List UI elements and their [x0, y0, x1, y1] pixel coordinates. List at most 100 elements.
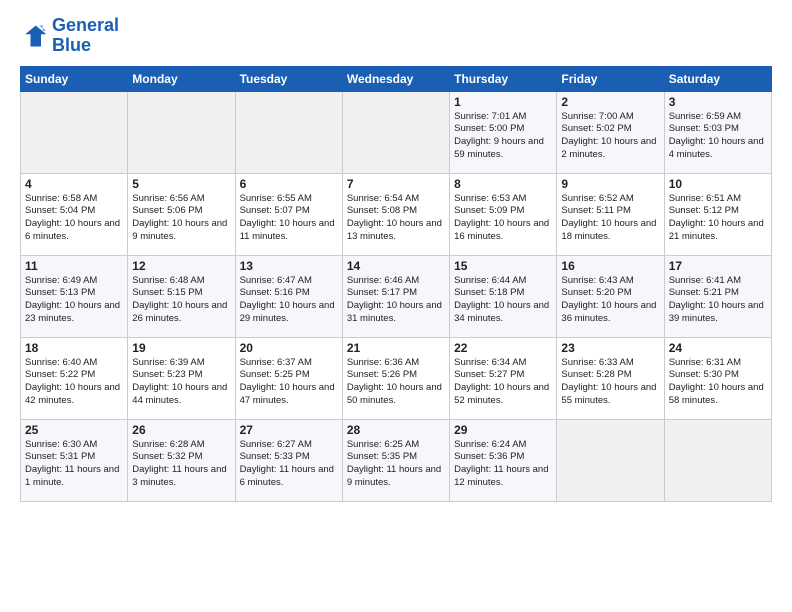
day-info: Sunrise: 6:58 AMSunset: 5:04 PMDaylight:… [25, 193, 123, 244]
day-info: Sunrise: 6:44 AMSunset: 5:18 PMDaylight:… [454, 275, 552, 326]
calendar-cell: 29 Sunrise: 6:24 AMSunset: 5:36 PMDayligh… [450, 419, 557, 501]
week-row-1: 1 Sunrise: 7:01 AMSunset: 5:00 PMDaylight… [21, 91, 772, 173]
calendar-cell: 22Sunrise: 6:34 AMSunset: 5:27 PMDayligh… [450, 337, 557, 419]
day-number: 12 [132, 259, 230, 273]
page: General Blue SundayMondayTuesdayWednesda… [0, 0, 792, 512]
day-info: Sunrise: 6:27 AMSunset: 5:33 PMDaylight:… [240, 439, 338, 490]
day-number: 28 [347, 423, 445, 437]
day-info: Sunrise: 6:40 AMSunset: 5:22 PMDaylight:… [25, 357, 123, 408]
day-info: Sunrise: 7:00 AMSunset: 5:02 PMDaylight:… [561, 111, 659, 162]
calendar-cell: 23Sunrise: 6:33 AMSunset: 5:28 PMDayligh… [557, 337, 664, 419]
day-number: 24 [669, 341, 767, 355]
calendar-cell: 27 Sunrise: 6:27 AMSunset: 5:33 PMDayligh… [235, 419, 342, 501]
calendar-cell [235, 91, 342, 173]
calendar-cell [21, 91, 128, 173]
calendar-cell: 9 Sunrise: 6:52 AMSunset: 5:11 PMDaylight… [557, 173, 664, 255]
calendar-cell: 2 Sunrise: 7:00 AMSunset: 5:02 PMDaylight… [557, 91, 664, 173]
day-number: 29 [454, 423, 552, 437]
calendar-cell: 17 Sunrise: 6:41 AMSunset: 5:21 PMDayligh… [664, 255, 771, 337]
calendar-cell: 5 Sunrise: 6:56 AMSunset: 5:06 PMDaylight… [128, 173, 235, 255]
calendar-cell [342, 91, 449, 173]
calendar-cell: 18 Sunrise: 6:40 AMSunset: 5:22 PMDayligh… [21, 337, 128, 419]
day-number: 21 [347, 341, 445, 355]
day-info: Sunrise: 6:48 AMSunset: 5:15 PMDaylight:… [132, 275, 230, 326]
day-number: 3 [669, 95, 767, 109]
calendar-cell: 3 Sunrise: 6:59 AMSunset: 5:03 PMDaylight… [664, 91, 771, 173]
day-info: Sunrise: 6:39 AMSunset: 5:23 PMDaylight:… [132, 357, 230, 408]
day-number: 16 [561, 259, 659, 273]
week-row-4: 18 Sunrise: 6:40 AMSunset: 5:22 PMDayligh… [21, 337, 772, 419]
day-info: Sunrise: 6:37 AMSunset: 5:25 PMDaylight:… [240, 357, 338, 408]
calendar-cell: 11 Sunrise: 6:49 AMSunset: 5:13 PMDayligh… [21, 255, 128, 337]
calendar-cell: 7 Sunrise: 6:54 AMSunset: 5:08 PMDaylight… [342, 173, 449, 255]
week-row-5: 25Sunrise: 6:30 AMSunset: 5:31 PMDayligh… [21, 419, 772, 501]
day-number: 18 [25, 341, 123, 355]
calendar-cell: 24 Sunrise: 6:31 AMSunset: 5:30 PMDayligh… [664, 337, 771, 419]
day-number: 1 [454, 95, 552, 109]
header-cell-monday: Monday [128, 66, 235, 91]
day-info: Sunrise: 6:36 AMSunset: 5:26 PMDaylight:… [347, 357, 445, 408]
day-info: Sunrise: 6:41 AMSunset: 5:21 PMDaylight:… [669, 275, 767, 326]
day-number: 14 [347, 259, 445, 273]
day-info: Sunrise: 6:49 AMSunset: 5:13 PMDaylight:… [25, 275, 123, 326]
header-cell-thursday: Thursday [450, 66, 557, 91]
logo: General Blue [20, 16, 119, 56]
calendar-cell: 25Sunrise: 6:30 AMSunset: 5:31 PMDayligh… [21, 419, 128, 501]
day-info: Sunrise: 6:54 AMSunset: 5:08 PMDaylight:… [347, 193, 445, 244]
calendar-cell [128, 91, 235, 173]
day-number: 27 [240, 423, 338, 437]
day-info: Sunrise: 6:30 AMSunset: 5:31 PMDaylight:… [25, 439, 123, 490]
calendar-cell: 12 Sunrise: 6:48 AMSunset: 5:15 PMDayligh… [128, 255, 235, 337]
header-cell-tuesday: Tuesday [235, 66, 342, 91]
day-number: 2 [561, 95, 659, 109]
header-cell-saturday: Saturday [664, 66, 771, 91]
day-number: 11 [25, 259, 123, 273]
day-info: Sunrise: 6:52 AMSunset: 5:11 PMDaylight:… [561, 193, 659, 244]
day-number: 20 [240, 341, 338, 355]
day-info: Sunrise: 6:46 AMSunset: 5:17 PMDaylight:… [347, 275, 445, 326]
day-info: Sunrise: 6:55 AMSunset: 5:07 PMDaylight:… [240, 193, 338, 244]
day-info: Sunrise: 6:31 AMSunset: 5:30 PMDaylight:… [669, 357, 767, 408]
day-info: Sunrise: 6:33 AMSunset: 5:28 PMDaylight:… [561, 357, 659, 408]
day-info: Sunrise: 6:34 AMSunset: 5:27 PMDaylight:… [454, 357, 552, 408]
header-cell-sunday: Sunday [21, 66, 128, 91]
header-cell-friday: Friday [557, 66, 664, 91]
logo-line1: General [52, 16, 119, 36]
calendar-cell: 15 Sunrise: 6:44 AMSunset: 5:18 PMDayligh… [450, 255, 557, 337]
day-info: Sunrise: 6:53 AMSunset: 5:09 PMDaylight:… [454, 193, 552, 244]
calendar-cell: 10 Sunrise: 6:51 AMSunset: 5:12 PMDayligh… [664, 173, 771, 255]
header-cell-wednesday: Wednesday [342, 66, 449, 91]
day-number: 10 [669, 177, 767, 191]
day-number: 9 [561, 177, 659, 191]
day-info: Sunrise: 6:25 AMSunset: 5:35 PMDaylight:… [347, 439, 445, 490]
calendar-cell [557, 419, 664, 501]
calendar-cell: 13 Sunrise: 6:47 AMSunset: 5:16 PMDayligh… [235, 255, 342, 337]
day-info: Sunrise: 6:51 AMSunset: 5:12 PMDaylight:… [669, 193, 767, 244]
calendar-cell: 14 Sunrise: 6:46 AMSunset: 5:17 PMDayligh… [342, 255, 449, 337]
calendar-cell [664, 419, 771, 501]
day-info: Sunrise: 6:43 AMSunset: 5:20 PMDaylight:… [561, 275, 659, 326]
calendar-cell: 8Sunrise: 6:53 AMSunset: 5:09 PMDaylight… [450, 173, 557, 255]
day-info: Sunrise: 6:59 AMSunset: 5:03 PMDaylight:… [669, 111, 767, 162]
calendar-cell: 21 Sunrise: 6:36 AMSunset: 5:26 PMDayligh… [342, 337, 449, 419]
calendar-header-row: SundayMondayTuesdayWednesdayThursdayFrid… [21, 66, 772, 91]
calendar-cell: 26Sunrise: 6:28 AMSunset: 5:32 PMDayligh… [128, 419, 235, 501]
day-info: Sunrise: 7:01 AMSunset: 5:00 PMDaylight:… [454, 111, 552, 162]
day-number: 7 [347, 177, 445, 191]
day-number: 6 [240, 177, 338, 191]
calendar-table: SundayMondayTuesdayWednesdayThursdayFrid… [20, 66, 772, 502]
day-number: 4 [25, 177, 123, 191]
calendar-cell: 4 Sunrise: 6:58 AMSunset: 5:04 PMDaylight… [21, 173, 128, 255]
week-row-2: 4 Sunrise: 6:58 AMSunset: 5:04 PMDaylight… [21, 173, 772, 255]
day-number: 5 [132, 177, 230, 191]
day-number: 15 [454, 259, 552, 273]
day-info: Sunrise: 6:24 AMSunset: 5:36 PMDaylight:… [454, 439, 552, 490]
week-row-3: 11 Sunrise: 6:49 AMSunset: 5:13 PMDayligh… [21, 255, 772, 337]
calendar-cell: 28 Sunrise: 6:25 AMSunset: 5:35 PMDayligh… [342, 419, 449, 501]
calendar-cell: 16 Sunrise: 6:43 AMSunset: 5:20 PMDayligh… [557, 255, 664, 337]
day-number: 13 [240, 259, 338, 273]
day-info: Sunrise: 6:47 AMSunset: 5:16 PMDaylight:… [240, 275, 338, 326]
day-info: Sunrise: 6:56 AMSunset: 5:06 PMDaylight:… [132, 193, 230, 244]
day-number: 19 [132, 341, 230, 355]
day-number: 17 [669, 259, 767, 273]
